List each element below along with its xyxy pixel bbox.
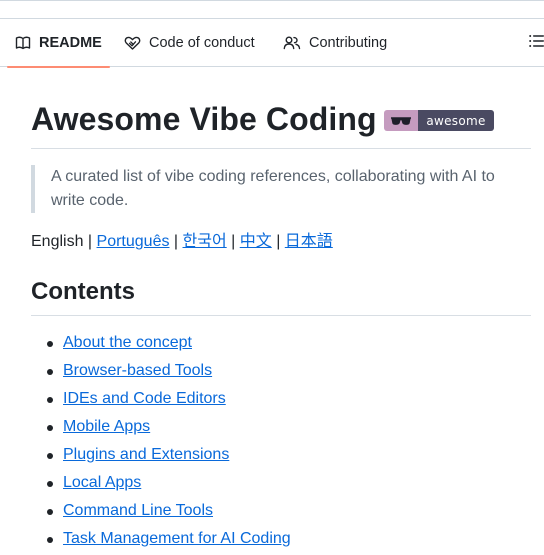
language-link-japanese[interactable]: 日本語 bbox=[285, 233, 333, 250]
table-of-contents: About the concept Browser-based Tools ID… bbox=[31, 331, 291, 555]
readme-title: Awesome Vibe Coding bbox=[31, 101, 377, 137]
code-of-conduct-heart-icon bbox=[124, 35, 141, 51]
list-outline-icon bbox=[528, 33, 544, 54]
toc-item: Local Apps bbox=[31, 471, 291, 499]
readme-description: A curated list of vibe coding references… bbox=[31, 165, 531, 213]
tab-code-of-conduct[interactable]: Code of conduct bbox=[124, 19, 255, 67]
readme-title-row: Awesome Vibe Coding awesome bbox=[31, 97, 531, 149]
toc-link-command-line-tools[interactable]: Command Line Tools bbox=[63, 502, 213, 519]
toc-link-ides-and-code-editors[interactable]: IDEs and Code Editors bbox=[63, 390, 226, 407]
awesome-badge-label: awesome bbox=[418, 110, 494, 131]
toc-link-plugins-and-extensions[interactable]: Plugins and Extensions bbox=[63, 446, 229, 463]
toc-item: Mobile Apps bbox=[31, 415, 291, 443]
language-separator: | bbox=[226, 233, 240, 250]
language-link-chinese[interactable]: 中文 bbox=[240, 233, 272, 250]
toc-item: Task Management for AI Coding bbox=[31, 527, 291, 555]
language-link-portuguese[interactable]: Português bbox=[97, 233, 170, 250]
tab-readme-label: README bbox=[39, 35, 102, 51]
tab-contributing-label: Contributing bbox=[309, 35, 388, 51]
tab-contributing[interactable]: Contributing bbox=[283, 19, 387, 67]
awesome-badge[interactable]: awesome bbox=[384, 110, 494, 131]
tab-code-of-conduct-label: Code of conduct bbox=[149, 35, 255, 51]
readme-panel: README Code of conduct Contributing Awes… bbox=[0, 0, 544, 553]
outline-button[interactable] bbox=[526, 33, 544, 53]
readme-tab-bar: README Code of conduct Contributing bbox=[0, 18, 544, 68]
language-current: English bbox=[31, 233, 84, 250]
language-link-korean[interactable]: 한국어 bbox=[183, 233, 227, 250]
contents-heading-row: Contents bbox=[31, 274, 531, 316]
language-separator: | bbox=[271, 233, 285, 250]
book-icon bbox=[15, 35, 31, 51]
toc-link-task-management[interactable]: Task Management for AI Coding bbox=[63, 530, 291, 547]
contents-heading: Contents bbox=[31, 278, 135, 305]
language-separator: | bbox=[169, 233, 183, 250]
toc-link-browser-based-tools[interactable]: Browser-based Tools bbox=[63, 362, 212, 379]
toc-item: Plugins and Extensions bbox=[31, 443, 291, 471]
language-selector: English | Português | 한국어 | 中文 | 日本語 bbox=[31, 230, 333, 254]
toc-link-about-the-concept[interactable]: About the concept bbox=[63, 334, 192, 351]
language-separator: | bbox=[83, 233, 97, 250]
people-icon bbox=[283, 35, 301, 51]
toc-item: About the concept bbox=[31, 331, 291, 359]
sunglasses-icon bbox=[384, 110, 418, 131]
toc-link-local-apps[interactable]: Local Apps bbox=[63, 474, 141, 491]
toc-item: Browser-based Tools bbox=[31, 359, 291, 387]
toc-item: IDEs and Code Editors bbox=[31, 387, 291, 415]
tab-readme[interactable]: README bbox=[7, 19, 110, 68]
toc-link-mobile-apps[interactable]: Mobile Apps bbox=[63, 418, 150, 435]
toc-item: Command Line Tools bbox=[31, 499, 291, 527]
